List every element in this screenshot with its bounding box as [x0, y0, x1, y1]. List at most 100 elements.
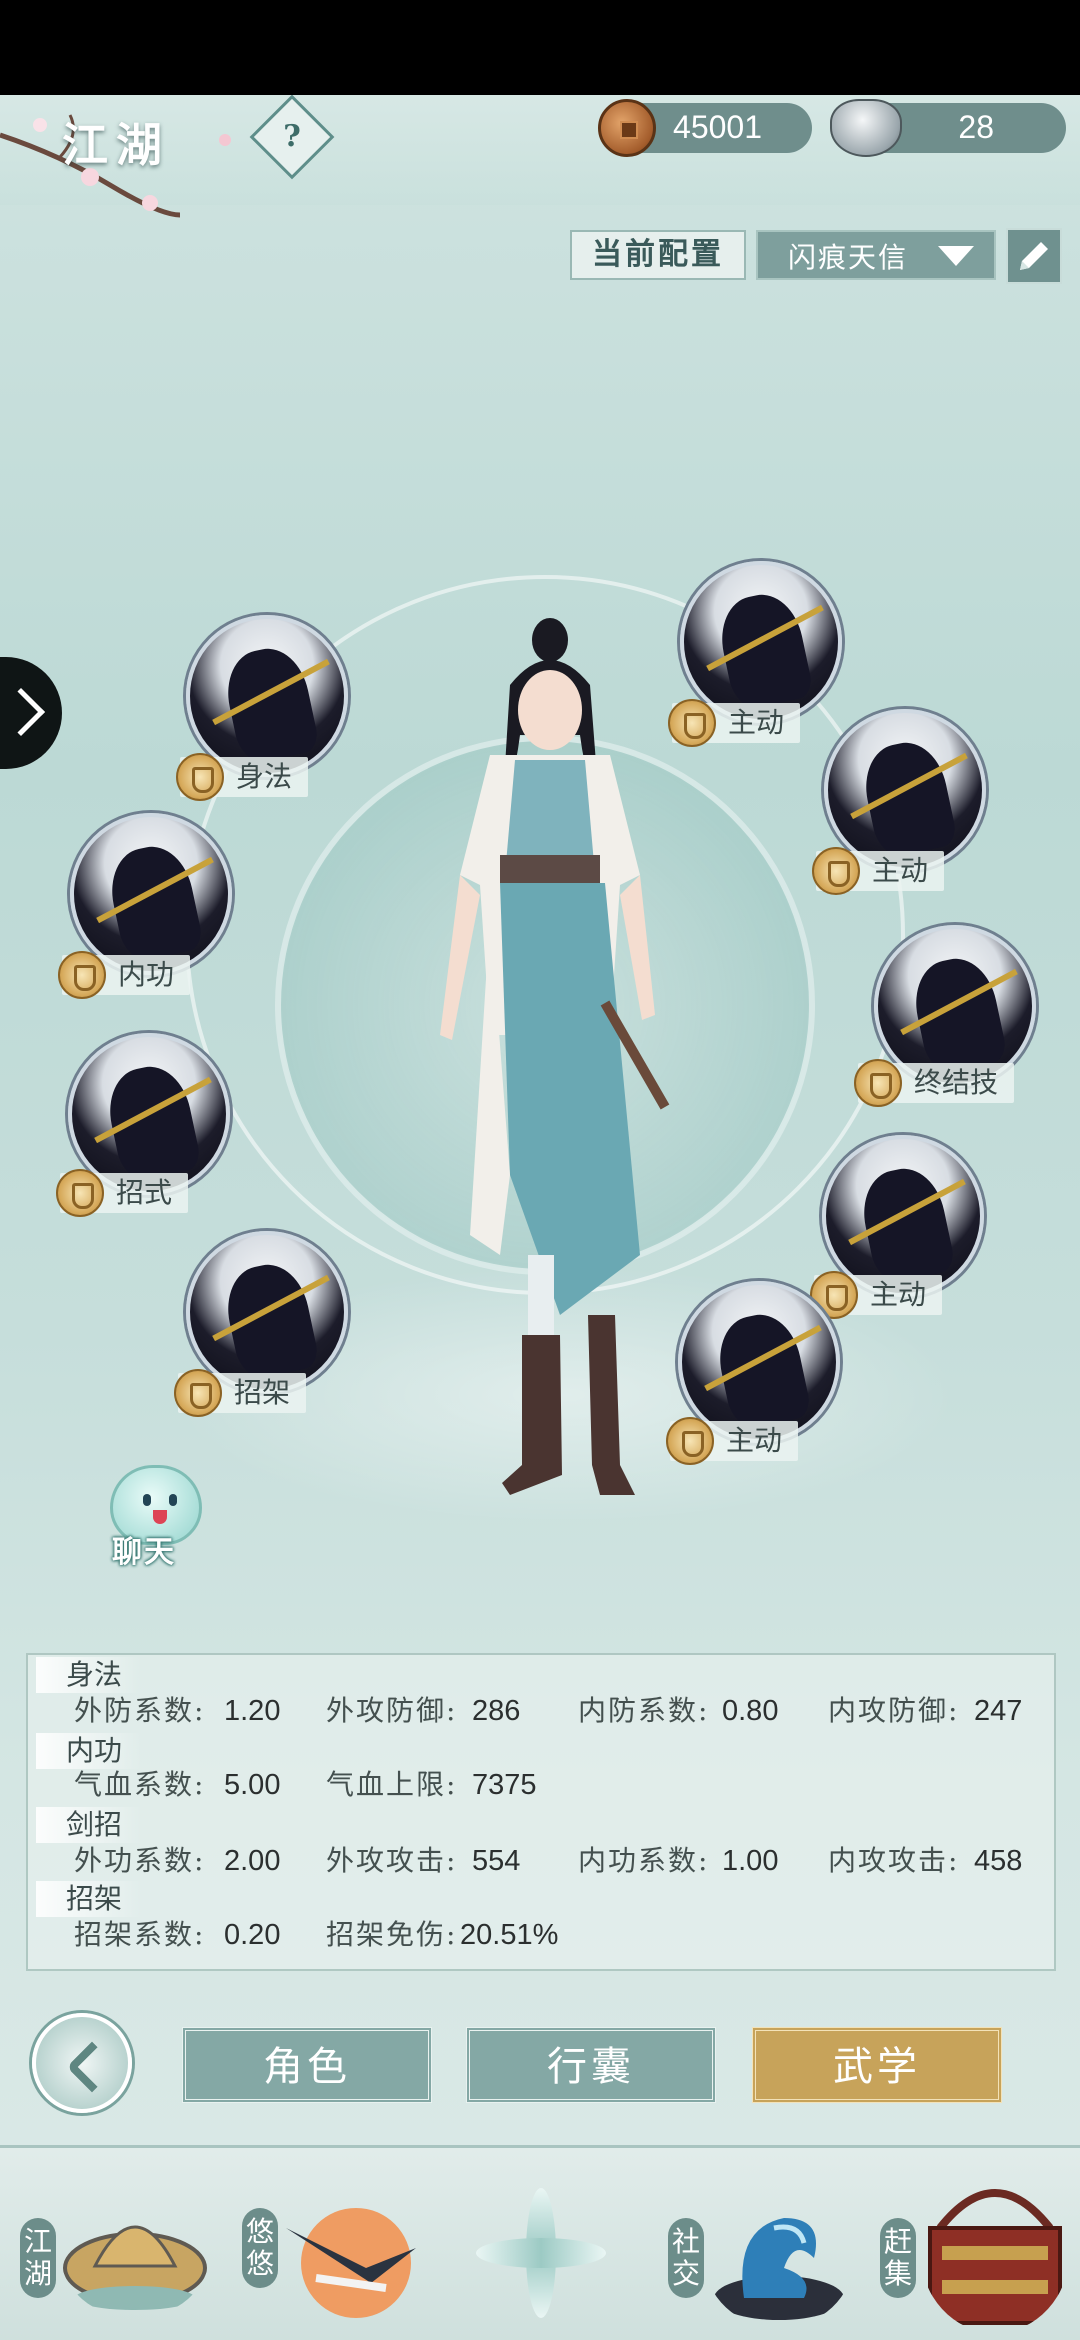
copper-amount: 45001 [673, 109, 762, 145]
player-character [440, 618, 670, 1495]
stat-name: 内防系数: [578, 1694, 710, 1727]
stats-group-head: 内功 [36, 1733, 143, 1769]
nav-label: 悠悠 [242, 2208, 278, 2288]
silver-currency: 28 [830, 99, 1066, 157]
copper-currency: 45001 [598, 99, 812, 157]
skill-art [186, 615, 348, 777]
star-icon[interactable] [476, 2188, 606, 2318]
chat-label: 聊天 [112, 1535, 176, 1570]
nav-social[interactable]: 社交 [664, 2148, 864, 2340]
stat-value: 0.20 [224, 1919, 281, 1951]
stat-value: 0.80 [722, 1695, 779, 1727]
shield-icon [58, 951, 106, 999]
stats-row: 招架系数: 0.20 招架免伤: 20.51% [28, 1915, 1054, 1955]
stat-value: 554 [472, 1845, 521, 1877]
stat-value: 1.00 [722, 1845, 779, 1877]
nav-label: 赶集 [880, 2218, 916, 2298]
nav-market[interactable]: 赶集 [880, 2148, 1080, 2340]
help-button[interactable]: ? [249, 95, 335, 180]
shield-icon [176, 753, 224, 801]
stat-name: 气血上限: [326, 1768, 458, 1801]
basket-icon [928, 2189, 1062, 2325]
stats-row: 气血系数: 5.00 气血上限: 7375 [28, 1765, 1054, 1805]
stat-name: 内功系数: [578, 1844, 710, 1877]
pencil-icon [1020, 242, 1048, 270]
stats-group-head: 身法 [36, 1657, 143, 1693]
shield-icon [854, 1059, 902, 1107]
skill-label: 主动 [810, 1271, 943, 1319]
config-dropdown[interactable]: 闪痕天信 [756, 230, 996, 280]
nav-label: 社交 [668, 2218, 704, 2298]
wave-icon [714, 2218, 844, 2320]
skill-label: 主动 [668, 699, 801, 747]
stat-value: 1.20 [224, 1695, 281, 1727]
chevron-right-icon [0, 687, 46, 737]
chat-button[interactable]: 聊天 [90, 1465, 210, 1585]
hat-icon [63, 2225, 207, 2310]
stat-value: 20.51% [460, 1919, 559, 1951]
config-label: 当前配置 [570, 230, 746, 280]
question-icon: ? [283, 119, 301, 154]
stat-name: 气血系数: [74, 1768, 206, 1801]
bottom-nav: 江湖 悠悠 社交 赶集 [0, 2145, 1080, 2340]
shield-icon [666, 1417, 714, 1465]
shield-icon [174, 1369, 222, 1417]
copper-coin-icon [598, 99, 656, 157]
skill-art [680, 561, 842, 723]
skill-label: 主动 [812, 847, 945, 895]
shield-icon [56, 1169, 104, 1217]
tab-bag[interactable]: 行囊 [466, 2027, 716, 2103]
skill-label: 内功 [58, 951, 191, 999]
skill-label: 主动 [666, 1417, 799, 1465]
stat-name: 招架系数: [74, 1918, 206, 1951]
nav-youyou[interactable]: 悠悠 [236, 2148, 436, 2340]
nav-label: 江湖 [20, 2218, 56, 2298]
stat-name: 外防系数: [74, 1694, 206, 1727]
tab-martial-arts[interactable]: 武学 [752, 2027, 1002, 2103]
back-button[interactable] [32, 2013, 132, 2113]
stats-panel: 身法 外防系数: 1.20 外攻防御: 286 内防系数: 0.80 内攻防御:… [26, 1653, 1056, 1971]
edit-config-button[interactable] [1006, 228, 1062, 284]
stat-name: 外攻防御: [326, 1694, 458, 1727]
skill-art [186, 1231, 348, 1393]
chevron-down-icon [938, 246, 974, 266]
stat-value: 286 [472, 1695, 521, 1727]
skill-label: 终结技 [854, 1059, 1015, 1107]
stats-row: 外功系数: 2.00 外攻攻击: 554 内功系数: 1.00 内攻攻击: 45… [28, 1841, 1054, 1881]
stats-group-head: 剑招 [36, 1807, 143, 1843]
crane-icon [286, 2208, 416, 2318]
skill-label: 招式 [56, 1169, 189, 1217]
shield-icon [812, 847, 860, 895]
page-title: 江湖 [62, 118, 170, 172]
stats-row: 外防系数: 1.20 外攻防御: 286 内防系数: 0.80 内攻防御: 24… [28, 1691, 1054, 1731]
nav-jianghu[interactable]: 江湖 [20, 2148, 220, 2340]
stat-value: 5.00 [224, 1769, 281, 1801]
game-scene: 江湖 ? 45001 28 当前配置 闪痕天信 身法 内功 招式 招架 主动 主… [0, 95, 1080, 2340]
side-panel-toggle[interactable] [0, 657, 62, 769]
skill-art [824, 709, 986, 871]
skill-label: 身法 [176, 753, 309, 801]
stat-value: 7375 [472, 1769, 537, 1801]
status-bar [0, 0, 1080, 95]
stat-name: 外攻攻击: [326, 1844, 458, 1877]
stat-value: 247 [974, 1695, 1023, 1727]
skill-label: 招架 [174, 1369, 307, 1417]
stat-name: 招架免伤: [326, 1918, 458, 1951]
stats-group-head: 招架 [36, 1881, 143, 1917]
skill-art [822, 1135, 984, 1297]
tab-role[interactable]: 角色 [182, 2027, 432, 2103]
skill-art [70, 813, 232, 975]
skill-art [68, 1033, 230, 1195]
stat-name: 内攻防御: [828, 1694, 960, 1727]
stat-name: 内攻攻击: [828, 1844, 960, 1877]
stat-value: 2.00 [224, 1845, 281, 1877]
config-selected-value: 闪痕天信 [788, 241, 909, 274]
top-bar: 江湖 ? 45001 28 [0, 95, 1080, 218]
back-arrow-icon [66, 2041, 118, 2093]
silver-amount: 28 [958, 109, 994, 145]
stat-value: 458 [974, 1845, 1023, 1877]
shield-icon [668, 699, 716, 747]
skill-art [678, 1281, 840, 1443]
silver-ingot-icon [830, 99, 902, 157]
stat-name: 外功系数: [74, 1844, 206, 1877]
